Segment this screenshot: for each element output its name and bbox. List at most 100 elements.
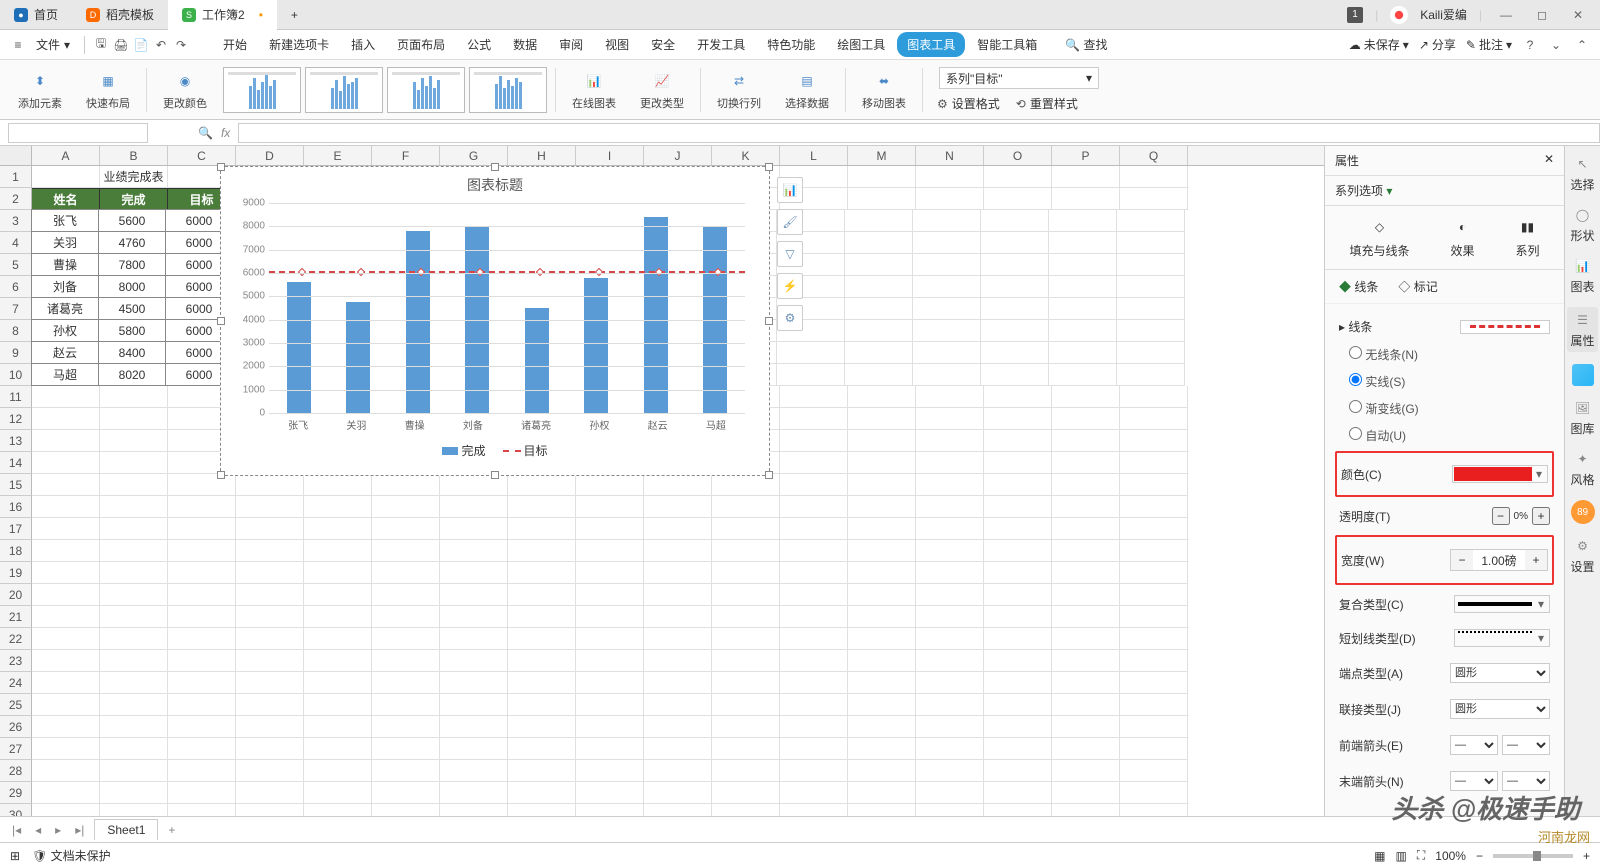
cell[interactable] (168, 694, 236, 716)
menu-tab[interactable]: 安全 (641, 32, 685, 57)
cell[interactable] (32, 430, 100, 452)
cell[interactable] (780, 694, 848, 716)
cell[interactable] (848, 650, 916, 672)
cell[interactable] (576, 584, 644, 606)
cell[interactable] (1052, 562, 1120, 584)
tab-series[interactable]: ▮▮系列 (1515, 216, 1539, 259)
cell[interactable] (508, 540, 576, 562)
cell[interactable] (168, 650, 236, 672)
cell[interactable] (984, 606, 1052, 628)
reset-style-button[interactable]: ⟲ 重置样式 (1010, 95, 1084, 112)
cell[interactable] (1049, 210, 1117, 232)
cell[interactable] (916, 408, 984, 430)
cell[interactable] (1049, 298, 1117, 320)
chart-gear-icon[interactable]: ⚙ (777, 305, 803, 331)
save-icon[interactable]: 🖫 (93, 37, 109, 53)
cell[interactable] (780, 650, 848, 672)
cell[interactable] (712, 606, 780, 628)
cell[interactable] (304, 474, 372, 496)
column-header[interactable]: O (984, 146, 1052, 165)
cell[interactable] (168, 804, 236, 816)
cell[interactable] (644, 496, 712, 518)
cell[interactable] (1120, 782, 1188, 804)
tab-effects[interactable]: ◐效果 (1450, 216, 1474, 259)
column-header[interactable]: J (644, 146, 712, 165)
cell[interactable] (848, 188, 916, 210)
cell[interactable] (440, 804, 508, 816)
menu-tab[interactable]: 审阅 (549, 32, 593, 57)
trans-plus[interactable]: + (1532, 507, 1550, 525)
width-stepper[interactable]: −+ (1450, 549, 1548, 571)
cell[interactable] (913, 364, 981, 386)
cell[interactable] (780, 474, 848, 496)
cell[interactable] (1120, 760, 1188, 782)
chevron-down-icon[interactable]: ⌄ (1548, 37, 1564, 53)
cell[interactable] (100, 540, 168, 562)
cell[interactable] (1117, 298, 1185, 320)
spreadsheet[interactable]: ABCDEFGHIJKLMNOPQ 1业绩完成表2姓名完成目标3张飞560060… (0, 146, 1324, 816)
cell[interactable] (712, 672, 780, 694)
side-style[interactable]: ✦风格 (1570, 449, 1594, 488)
cell[interactable]: 孙权 (31, 319, 99, 342)
cell[interactable] (845, 210, 913, 232)
cell[interactable] (236, 540, 304, 562)
cell[interactable] (304, 518, 372, 540)
cell[interactable] (644, 650, 712, 672)
cell[interactable] (916, 518, 984, 540)
cell[interactable] (777, 364, 845, 386)
cell[interactable] (1052, 430, 1120, 452)
cell[interactable] (916, 694, 984, 716)
minimize-icon[interactable]: — (1494, 3, 1518, 27)
cell[interactable] (576, 474, 644, 496)
cell[interactable] (913, 254, 981, 276)
cell[interactable] (304, 738, 372, 760)
cell[interactable] (372, 540, 440, 562)
tab-template[interactable]: D稻壳模板 (72, 0, 168, 30)
redo-icon[interactable]: ↷ (173, 37, 189, 53)
cell[interactable] (1120, 430, 1188, 452)
line-preview[interactable] (1460, 320, 1550, 334)
avatar[interactable] (1390, 6, 1408, 24)
maximize-icon[interactable]: ◻ (1530, 3, 1554, 27)
chart-bar[interactable] (346, 302, 370, 413)
formula-input[interactable] (238, 123, 1600, 143)
row-header[interactable]: 15 (0, 474, 32, 496)
cell[interactable] (1052, 804, 1120, 816)
cell[interactable] (32, 628, 100, 650)
trans-minus[interactable]: − (1492, 507, 1510, 525)
cell[interactable] (236, 474, 304, 496)
cell[interactable] (1052, 408, 1120, 430)
cell[interactable] (984, 452, 1052, 474)
cell[interactable] (981, 210, 1049, 232)
cell[interactable] (1120, 474, 1188, 496)
cell[interactable] (304, 716, 372, 738)
cell[interactable] (848, 672, 916, 694)
column-header[interactable]: Q (1120, 146, 1188, 165)
subtab-line[interactable]: ◆ 线条 (1339, 278, 1378, 295)
cell[interactable] (576, 496, 644, 518)
row-header[interactable]: 11 (0, 386, 32, 408)
cell[interactable] (440, 584, 508, 606)
cell[interactable] (1052, 694, 1120, 716)
menu-tab[interactable]: 公式 (457, 32, 501, 57)
zoom-icon[interactable]: 🔍 (198, 126, 213, 140)
cell[interactable] (236, 760, 304, 782)
cell[interactable] (984, 716, 1052, 738)
cell[interactable] (1120, 628, 1188, 650)
chart-bar[interactable] (287, 282, 311, 413)
cell[interactable] (984, 518, 1052, 540)
cell[interactable]: 刘备 (31, 275, 99, 298)
cell[interactable] (1052, 738, 1120, 760)
cell[interactable] (712, 760, 780, 782)
cell[interactable] (916, 386, 984, 408)
column-header[interactable]: P (1052, 146, 1120, 165)
row-header[interactable]: 18 (0, 540, 32, 562)
chart-bar[interactable] (406, 231, 430, 413)
cell[interactable] (712, 738, 780, 760)
cell[interactable]: 诸葛亮 (31, 297, 99, 320)
cell[interactable] (916, 606, 984, 628)
chart-elements-icon[interactable]: 📊 (777, 177, 803, 203)
cell[interactable] (1120, 386, 1188, 408)
column-header[interactable]: A (32, 146, 100, 165)
cell[interactable] (440, 628, 508, 650)
